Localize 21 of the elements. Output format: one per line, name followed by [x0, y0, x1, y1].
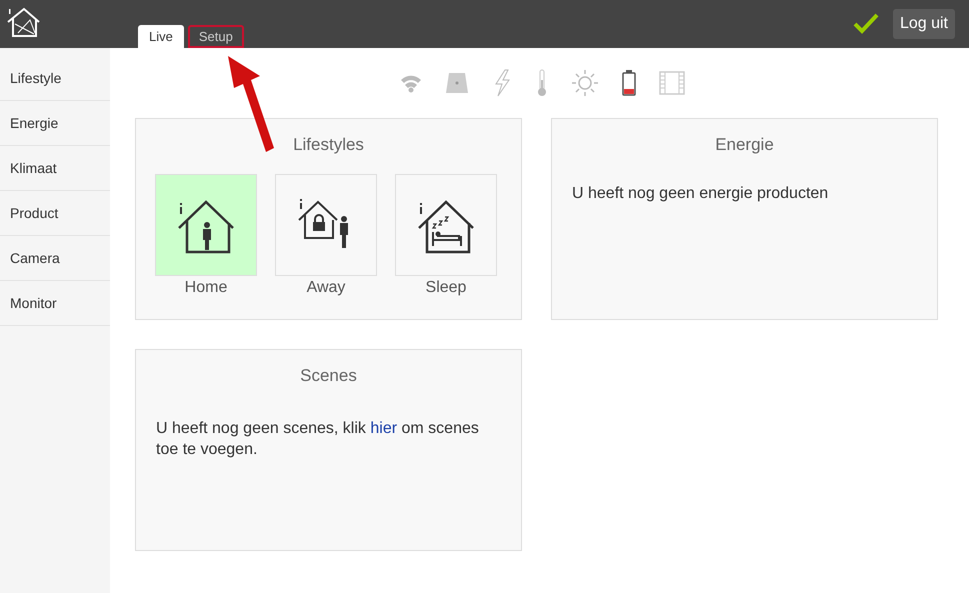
wifi-icon — [399, 73, 423, 93]
empty-message: U heeft nog geen scenes, klik hier om scenes toe te voegen. — [156, 418, 480, 460]
card-title: Energie — [714, 134, 775, 156]
lifestyle-label: Away — [306, 278, 346, 298]
tab[interactable]: Live — [138, 25, 184, 48]
battery-icon — [621, 69, 637, 97]
film-icon — [659, 70, 685, 96]
empty-message: U heeft nog geen energie producten — [572, 184, 830, 204]
house-logo-icon[interactable] — [6, 6, 42, 38]
lifestyle-button[interactable] — [275, 174, 377, 276]
logout-button[interactable]: Log uit — [892, 9, 955, 39]
thermometer-icon — [535, 68, 549, 98]
lifestyle-button[interactable] — [395, 174, 497, 276]
card-title: Lifestyles — [292, 134, 365, 156]
tab[interactable]: Setup — [188, 25, 244, 48]
sun-icon — [571, 69, 599, 97]
add-scenes-link[interactable]: hier — [370, 420, 398, 436]
lifestyle-button[interactable] — [155, 174, 257, 276]
lifestyle-label: Sleep — [426, 278, 466, 298]
card-title: Scenes — [299, 365, 358, 387]
lifestyle-label: Home — [184, 278, 228, 298]
